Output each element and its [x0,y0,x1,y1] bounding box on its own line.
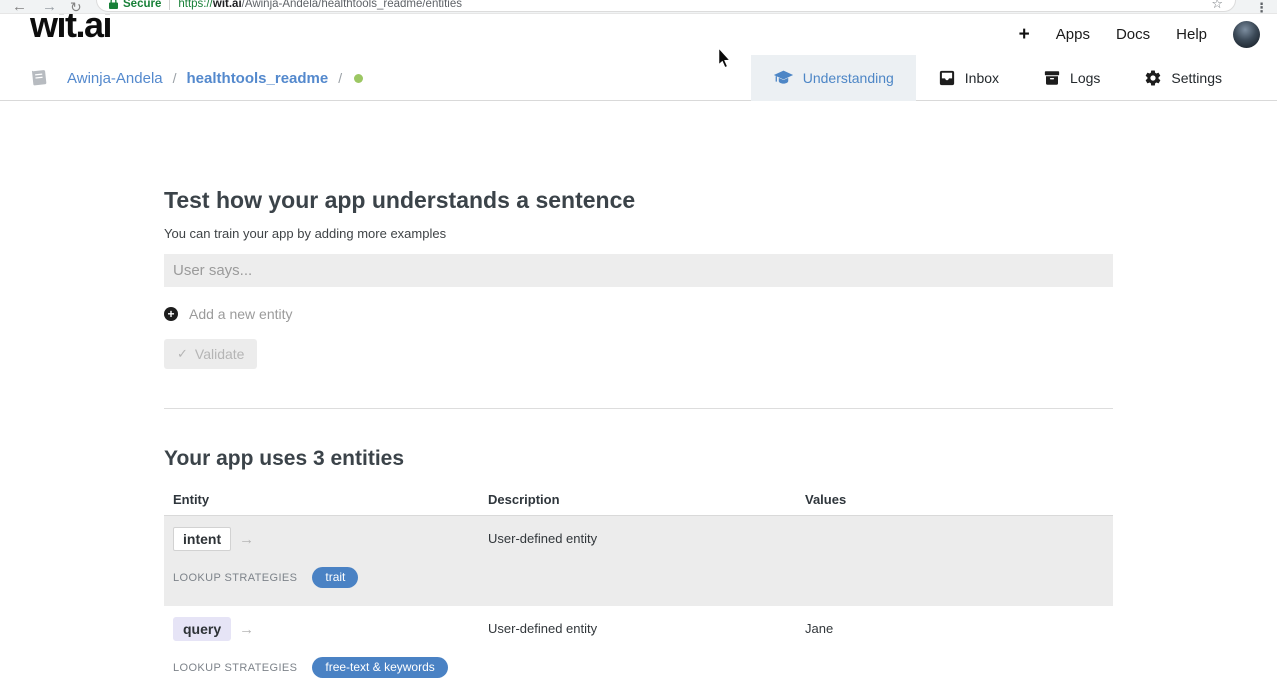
padlock-icon [109,0,118,9]
section-divider [164,408,1113,409]
bookmark-star-icon[interactable]: ☆ [1211,0,1223,10]
tab-logs[interactable]: Logs [1021,55,1122,101]
url-divider [169,0,170,10]
browser-menu-icon[interactable]: ⋮ [1255,1,1268,14]
url-scheme: https:// [178,0,213,10]
entity-chip-line: intent → [173,527,254,551]
lookup-strategies: LOOKUP STRATEGIES trait [173,567,358,588]
nav-docs[interactable]: Docs [1116,26,1150,43]
browser-toolbar: ← → ↻ Secure https://wit.ai/Awinja-Andel… [0,0,1277,14]
logs-archive-icon [1043,69,1061,87]
site-header: wit.ai + Apps Docs Help [0,13,1277,55]
tab-label: Logs [1070,70,1100,86]
entity-chip[interactable]: intent [173,527,231,551]
tab-understanding[interactable]: Understanding [751,55,916,101]
entity-values: Jane [805,621,833,636]
user-avatar[interactable] [1233,21,1260,48]
nav-help[interactable]: Help [1176,26,1207,43]
inbox-icon [938,69,956,87]
browser-url-bar[interactable]: Secure https://wit.ai/Awinja-Andela/heal… [96,0,1236,12]
entity-chip-line: query → [173,617,254,641]
url-domain: wit.ai [213,0,242,10]
entity-description: User-defined entity [488,621,597,636]
entities-heading: Your app uses 3 entities [164,446,1113,471]
main-content: Test how your app understands a sentence… [164,101,1113,696]
nav-apps[interactable]: Apps [1056,26,1090,43]
column-header-description: Description [488,492,560,507]
header-nav: + Apps Docs Help [1019,13,1260,55]
url-path: /Awinja-Andela/healthtools_readme/entiti… [242,0,462,10]
tab-label: Understanding [803,70,894,86]
column-header-entity: Entity [173,492,209,507]
wit-ai-logo[interactable]: wit.ai [30,13,111,46]
app-book-icon [29,68,50,89]
browser-reload-icon[interactable]: ↻ [70,0,82,14]
breadcrumb-separator: / [338,70,342,86]
breadcrumb-bar: Awinja-Andela / healthtools_readme / Und… [0,55,1277,101]
breadcrumb-separator: / [173,70,177,86]
add-entity-control[interactable]: + Add a new entity [164,306,1113,322]
browser-back-icon[interactable]: ← [12,0,27,14]
lookup-strategies: LOOKUP STRATEGIES free-text & keywords [173,657,448,678]
entities-table-header: Entity Description Values [164,490,1113,516]
tab-settings[interactable]: Settings [1122,55,1244,101]
browser-forward-icon[interactable]: → [42,0,57,14]
add-entity-label: Add a new entity [189,306,293,322]
gear-icon [1144,69,1162,87]
tab-inbox[interactable]: Inbox [916,55,1021,101]
entity-row-intent: intent → User-defined entity LOOKUP STRA… [164,516,1113,606]
user-says-input[interactable] [164,254,1113,287]
entity-chip[interactable]: query [173,617,231,641]
arrow-right-icon: → [239,621,254,638]
plus-circle-icon: + [164,307,178,321]
graduation-cap-icon [773,70,794,86]
strategy-badge: free-text & keywords [312,657,447,678]
validate-label: Validate [195,346,245,362]
breadcrumb: Awinja-Andela / healthtools_readme / [30,55,363,101]
app-status-dot [354,74,363,83]
url-text: https://wit.ai/Awinja-Andela/healthtools… [178,0,462,10]
secure-label: Secure [123,0,161,10]
validate-button[interactable]: ✓ Validate [164,339,257,369]
check-icon: ✓ [177,346,188,362]
lookup-strategies-label: LOOKUP STRATEGIES [173,662,297,674]
tab-label: Settings [1171,70,1222,86]
column-header-values: Values [805,492,846,507]
breadcrumb-owner-link[interactable]: Awinja-Andela [67,70,163,87]
page-subtitle: You can train your app by adding more ex… [164,226,1113,241]
lookup-strategies-label: LOOKUP STRATEGIES [173,572,297,584]
arrow-right-icon: → [239,531,254,548]
tab-bar: Understanding Inbox Logs Settings [751,55,1244,101]
strategy-badge: trait [312,567,358,588]
entity-description: User-defined entity [488,531,597,546]
page-title: Test how your app understands a sentence [164,188,1113,212]
entity-row-query: query → User-defined entity Jane LOOKUP … [164,606,1113,696]
new-app-plus-icon[interactable]: + [1019,25,1030,44]
breadcrumb-app-link[interactable]: healthtools_readme [187,70,329,87]
tab-label: Inbox [965,70,999,86]
